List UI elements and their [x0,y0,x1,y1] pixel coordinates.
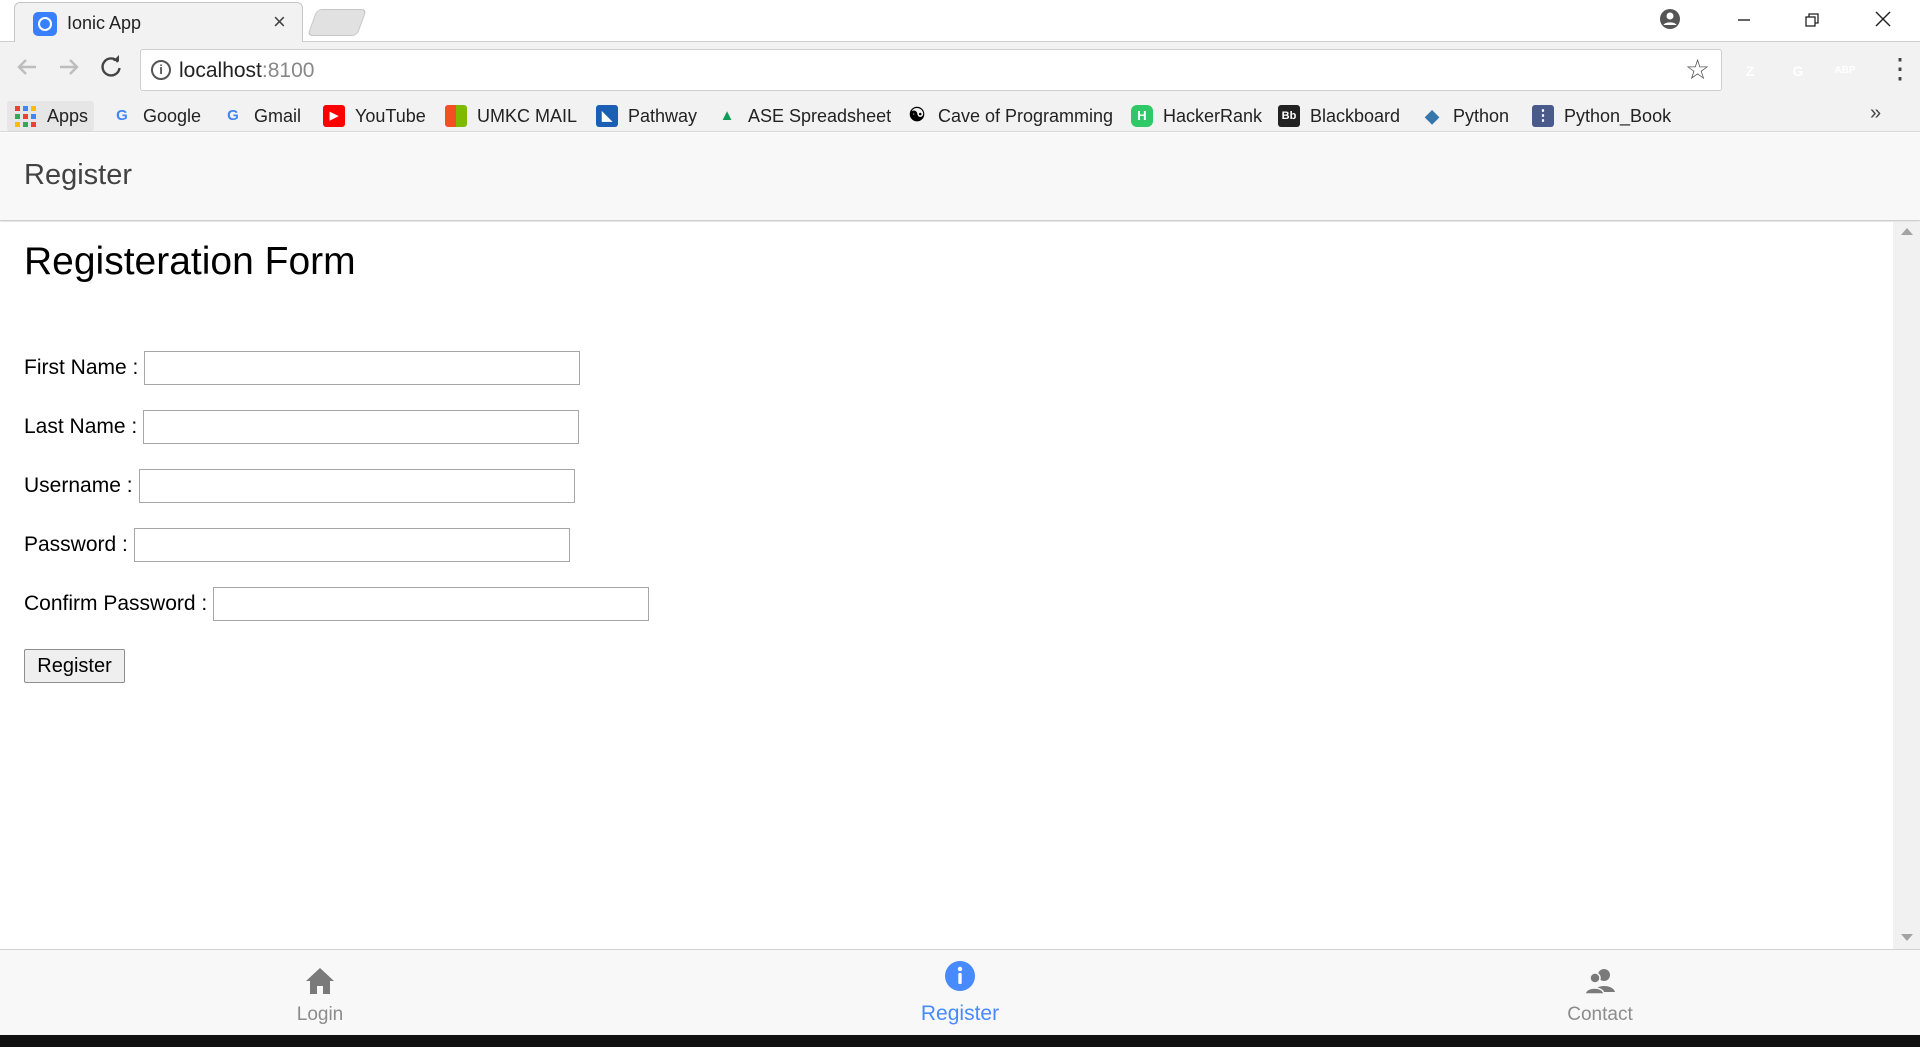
chrome-menu-icon[interactable]: ⋮ [1886,54,1914,84]
site-info-icon[interactable]: i [151,60,171,80]
last-name-row: Last Name : [24,410,580,444]
first-name-input[interactable] [144,351,581,385]
form-title: Registeration Form [24,240,356,283]
yin-yang-icon: ☯ [908,105,926,126]
tab-login-label: Login [296,1004,344,1025]
bookmark-label: Python [1453,105,1510,126]
information-circle-icon [945,961,975,991]
bookmark-cave-of-programming[interactable]: ☯ Cave of Programming [906,101,1112,131]
close-window-icon[interactable] [1863,6,1903,36]
bookmark-label: Blackboard [1310,105,1401,126]
password-input[interactable] [133,528,570,562]
home-icon [306,968,334,994]
bookmark-label: Apps [47,105,89,126]
google-icon: G [116,107,128,124]
bookmark-label: Cave of Programming [938,105,1112,126]
contacts-icon [1584,969,1615,995]
bookmark-python[interactable]: ◆ Python [1421,101,1509,131]
bookmark-umkc-mail[interactable]: ■ UMKC MAIL [445,101,577,131]
windows-taskbar [0,1035,1920,1047]
browser-tab-title: Ionic App [67,13,142,33]
bookmark-apps[interactable]: Apps [7,101,95,131]
forward-icon[interactable] [52,54,86,88]
bookmark-hackerrank[interactable]: H HackerRank [1131,101,1262,131]
tab-register[interactable]: Register [640,950,1280,1036]
bookmark-label: Google [143,105,202,126]
browser-tab-strip: Ionic App × [0,0,1920,42]
python-icon: ◆ [1425,106,1439,126]
profile-icon[interactable] [1658,7,1682,31]
last-name-label: Last Name : [24,415,138,438]
browser-toolbar: i localhost:8100 ☆ Z G ABP ⋮ [0,42,1920,100]
bookmark-label: UMKC MAIL [477,105,578,126]
tab-bar: Login Register Contact [0,949,1920,1035]
blackboard-icon: Bb [1278,105,1300,127]
new-tab-button[interactable] [307,9,367,36]
bookmark-label: HackerRank [1163,105,1263,126]
reload-icon[interactable] [94,54,128,88]
username-input[interactable] [138,469,575,503]
microsoft-icon: ■ [445,105,467,127]
password-row: Password : [24,528,570,562]
book-icon: ⋮ [1532,105,1554,127]
bookmark-youtube[interactable]: ▶ YouTube [323,101,426,131]
url-text: localhost:8100 [179,59,315,82]
tab-contact[interactable]: Contact [1280,950,1920,1036]
bookmark-label: Pathway [628,105,698,126]
bookmarks-bar: Apps G Google G Gmail ▶ YouTube ■ UMKC M… [0,100,1920,132]
tab-contact-label: Contact [1567,1004,1633,1025]
confirm-password-input[interactable] [213,587,650,621]
bookmark-label: Python_Book [1564,105,1672,126]
hackerrank-icon: H [1131,105,1153,127]
bookmark-label: Gmail [254,105,302,126]
first-name-row: First Name : [24,351,581,385]
restore-icon[interactable] [1792,6,1832,36]
z-extension-icon[interactable]: Z [1736,57,1764,85]
bookmark-gmail[interactable]: G Gmail [222,101,301,131]
bookmark-google[interactable]: G Google [111,101,201,131]
google-icon: G [227,107,239,124]
last-name-input[interactable] [143,410,580,444]
bookmark-star-icon[interactable]: ☆ [1685,53,1710,86]
first-name-label: First Name : [24,356,139,379]
bookmark-label: ASE Spreadsheet [748,105,892,126]
confirm-password-row: Confirm Password : [24,587,650,621]
scrollbar[interactable] [1893,222,1920,949]
username-label: Username : [24,474,133,497]
tab-login[interactable]: Login [0,950,640,1036]
google-drive-icon: ▲ [719,107,735,124]
app-content: Registeration Form First Name : Last Nam… [0,222,1893,949]
grammarly-icon[interactable]: G [1784,57,1812,85]
password-label: Password : [24,533,128,556]
bookmark-pathway[interactable]: ◣ Pathway [596,101,697,131]
register-button[interactable]: Register [24,649,125,683]
bookmark-python-book[interactable]: ⋮ Python_Book [1532,101,1671,131]
adblock-plus-icon[interactable]: ABP [1831,57,1859,85]
apps-grid-icon [15,105,37,127]
address-bar[interactable]: i localhost:8100 ☆ [140,49,1722,91]
bookmark-ase-spreadsheet[interactable]: ▲ ASE Spreadsheet [716,101,892,131]
page-title: Register [24,159,132,191]
youtube-icon: ▶ [323,105,345,127]
tab-register-label: Register [920,1002,1000,1025]
bookmark-label: YouTube [355,105,426,126]
bookmark-blackboard[interactable]: Bb Blackboard [1278,101,1400,131]
pathway-icon: ◣ [596,105,618,127]
confirm-password-label: Confirm Password : [24,592,208,615]
ionic-favicon-icon [33,12,57,36]
more-bookmarks-icon[interactable]: » [1870,102,1881,125]
back-icon[interactable] [10,54,44,88]
tab-close-icon[interactable]: × [273,9,286,34]
scroll-down-icon[interactable] [1901,934,1913,941]
scroll-up-icon[interactable] [1901,228,1913,235]
username-row: Username : [24,469,575,503]
browser-tab[interactable]: Ionic App × [14,2,303,42]
minimize-icon[interactable] [1724,6,1764,36]
app-header: Register [0,133,1920,221]
